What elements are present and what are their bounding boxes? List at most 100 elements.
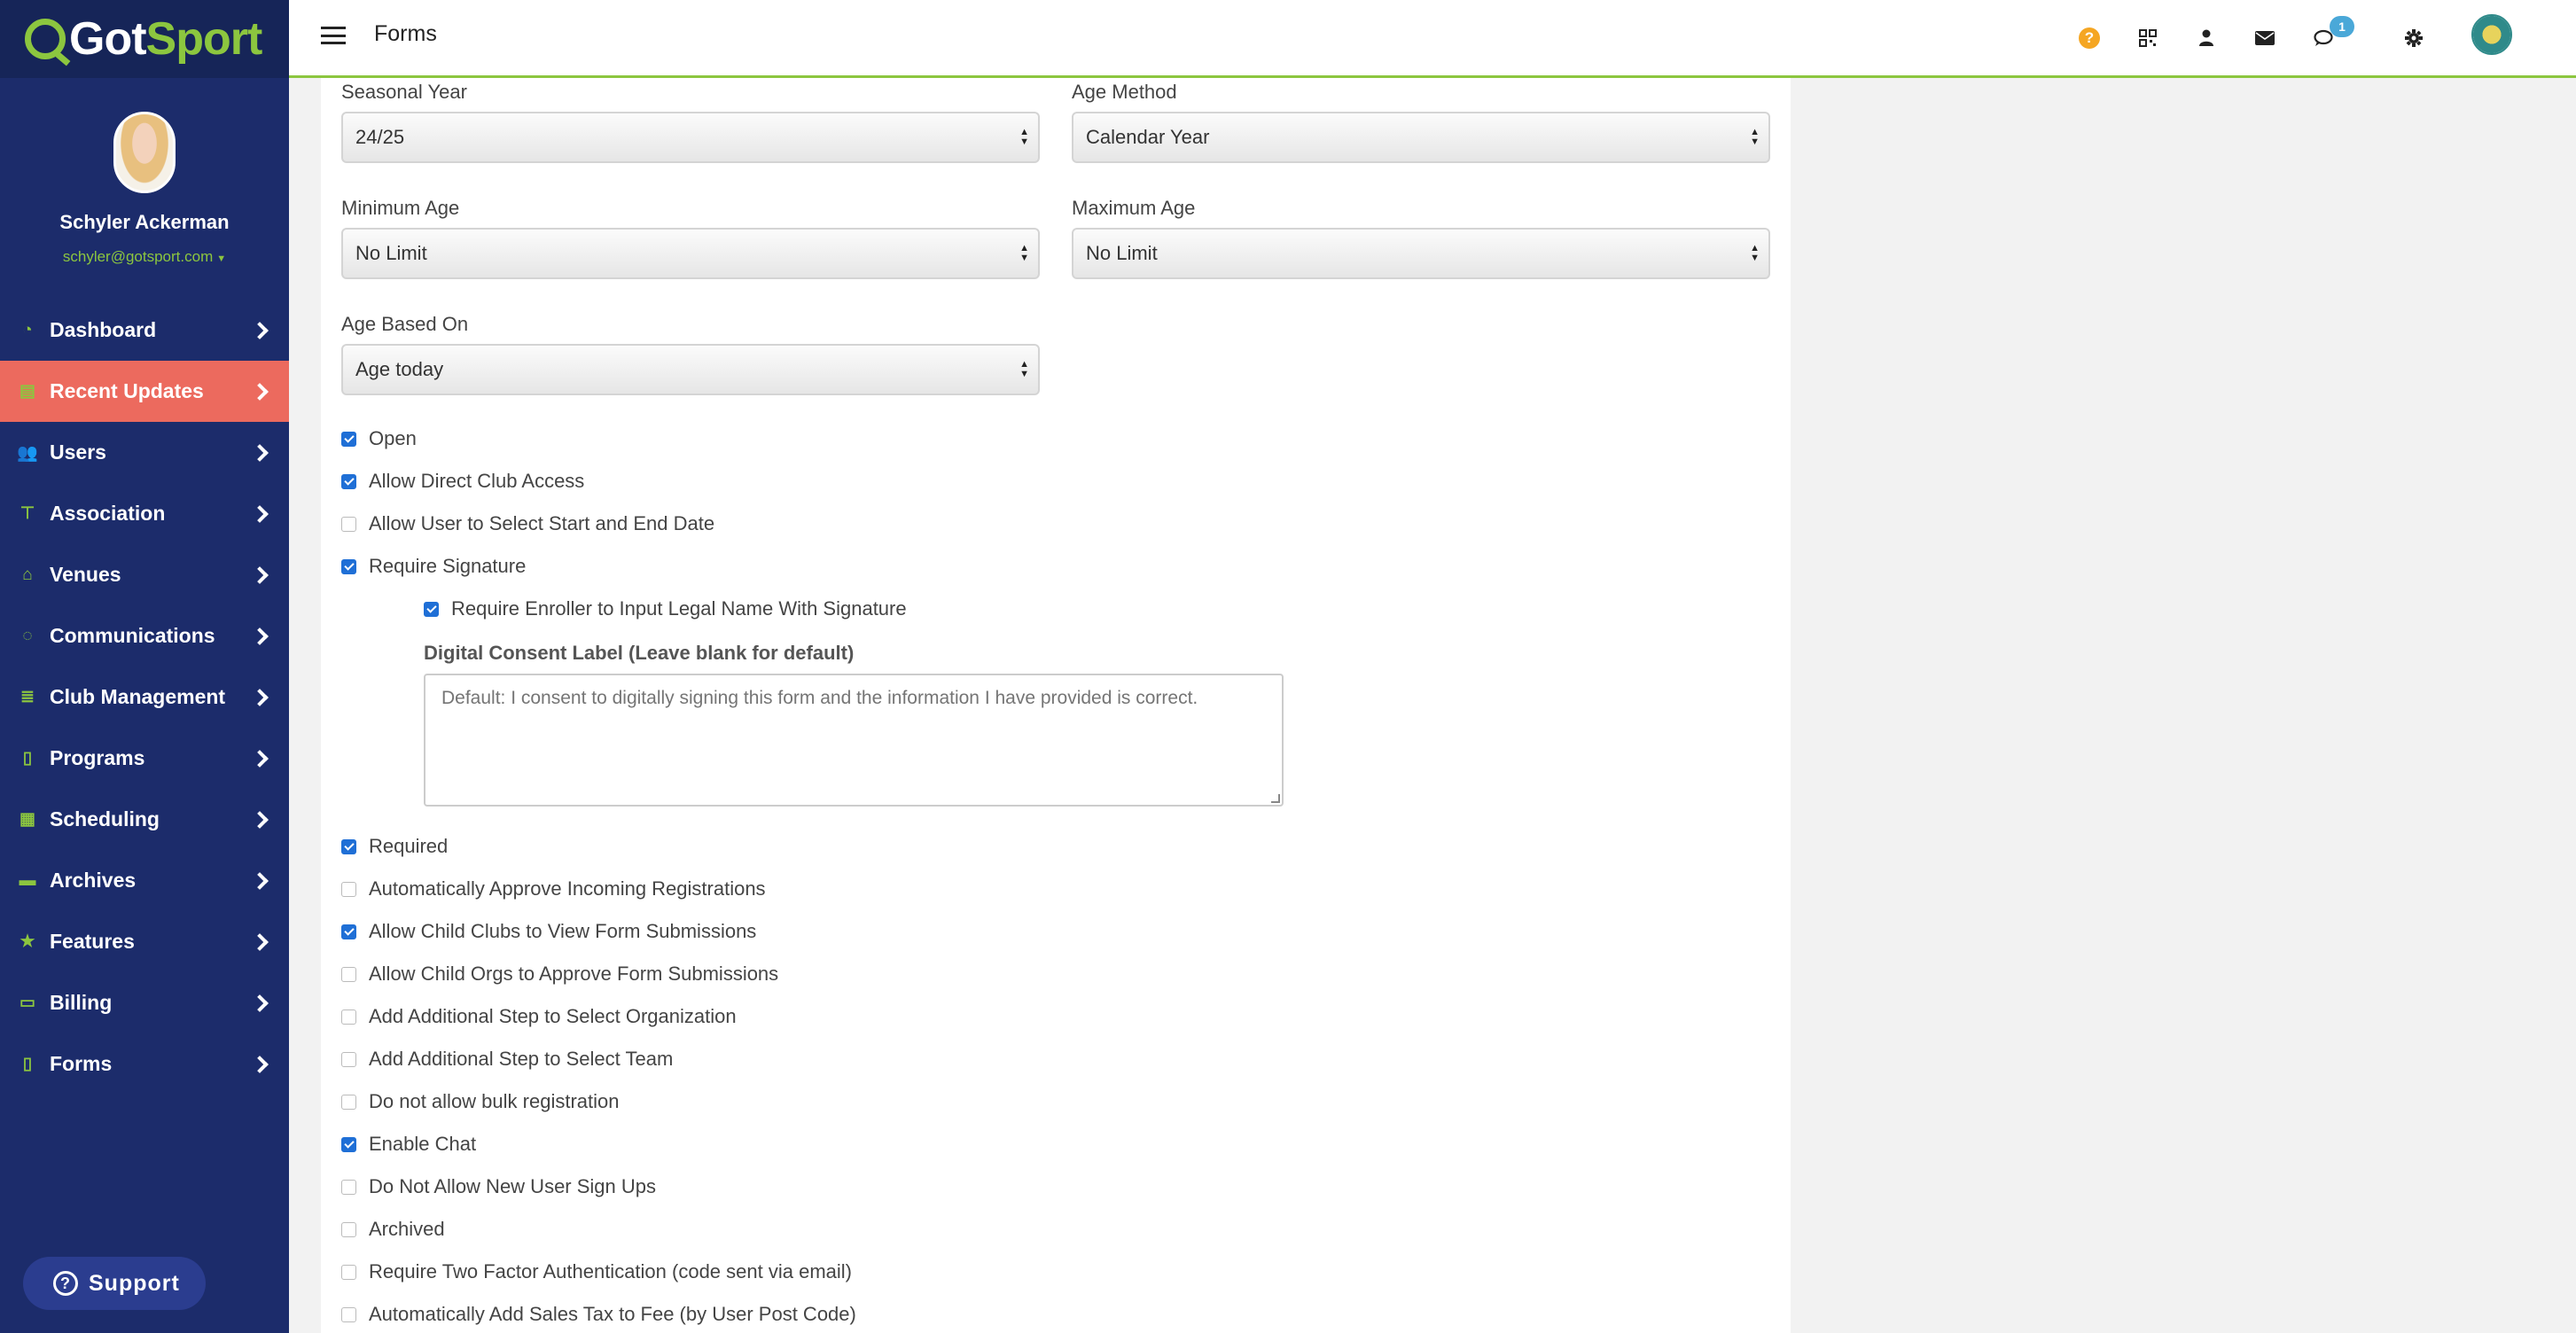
select-arrows-icon: ▲ ▼	[1019, 127, 1029, 147]
enable-chat-checkbox[interactable]	[341, 1136, 356, 1152]
automatically-approve-incoming-registrations-checkbox-row[interactable]: Automatically Approve Incoming Registrat…	[341, 877, 766, 900]
sidebar-item-billing[interactable]: ▭ Billing	[0, 972, 289, 1033]
maximum-age-select[interactable]: No Limit ▲ ▼	[1072, 228, 1770, 279]
add-additional-step-to-select-organization-checkbox[interactable]	[341, 1009, 356, 1025]
allow-direct-club-access-label: Allow Direct Club Access	[369, 470, 585, 492]
add-additional-step-to-select-organization-checkbox-row[interactable]: Add Additional Step to Select Organizati…	[341, 1005, 737, 1028]
messages-button[interactable]: 1	[2310, 16, 2354, 51]
age-based-on-value: Age today	[355, 358, 444, 380]
required-checkbox[interactable]	[341, 838, 356, 854]
do-not-allow-new-user-sign-ups-checkbox-row[interactable]: Do Not Allow New User Sign Ups	[341, 1175, 656, 1198]
sidebar-nav: ◔ Dashboard ▤ Recent Updates 👥 Users ⊤ Associat…	[0, 300, 289, 1095]
digital-consent-textarea[interactable]	[424, 674, 1284, 807]
sidebar-item-recent-updates[interactable]: ▤ Recent Updates	[0, 361, 289, 422]
do-not-allow-bulk-registration-checkbox[interactable]	[341, 1094, 356, 1110]
require-two-factor-authentication-code-sent-via-email-label: Require Two Factor Authentication (code …	[369, 1260, 852, 1282]
sidebar-item-label: Archives	[50, 869, 137, 892]
features-icon: ★	[20, 932, 35, 951]
sidebar-item-archives[interactable]: ▬ Archives	[0, 850, 289, 911]
add-additional-step-to-select-team-checkbox[interactable]	[341, 1051, 356, 1067]
users-icon: 👥	[17, 443, 38, 463]
do-not-allow-new-user-sign-ups-checkbox[interactable]	[341, 1179, 356, 1195]
form-settings-panel: Seasonal Year 24/25 ▲ ▼ Age Method Calend…	[321, 78, 1791, 1333]
question-circle-icon: ?	[53, 1271, 78, 1296]
automatically-approve-incoming-registrations-checkbox[interactable]	[341, 881, 356, 897]
sidebar-item-features[interactable]: ★ Features	[0, 911, 289, 972]
select-arrows-icon: ▲ ▼	[1019, 359, 1029, 379]
sidebar-item-association[interactable]: ⊤ Association	[0, 483, 289, 544]
help-icon: ?	[2079, 27, 2100, 49]
allow-child-orgs-to-approve-form-submissions-checkbox[interactable]	[341, 966, 356, 982]
chevron-right-icon	[251, 504, 269, 523]
profile-email-dropdown[interactable]: schyler@gotsport.com ▼	[0, 248, 289, 266]
gear-icon[interactable]	[2400, 25, 2427, 51]
sidebar-item-communications[interactable]: ◌ Communications	[0, 605, 289, 666]
required-checkbox-row[interactable]: Required	[341, 835, 448, 858]
sidebar-item-club-management[interactable]: ≣ Club Management	[0, 666, 289, 728]
sidebar-item-users[interactable]: 👥 Users	[0, 422, 289, 483]
support-label: Support	[89, 1270, 180, 1296]
avatar[interactable]	[113, 112, 176, 193]
archived-checkbox-row[interactable]: Archived	[341, 1218, 445, 1241]
archives-icon: ▬	[19, 870, 36, 890]
sidebar: GotSport Schyler Ackerman schyler@gotspo…	[0, 0, 289, 1333]
allow-child-orgs-to-approve-form-submissions-checkbox-row[interactable]: Allow Child Orgs to Approve Form Submiss…	[341, 963, 778, 986]
age-method-select[interactable]: Calendar Year ▲ ▼	[1072, 112, 1770, 163]
sidebar-item-label: Communications	[50, 624, 215, 647]
allow-child-clubs-to-view-form-submissions-checkbox-row[interactable]: Allow Child Clubs to View Form Submissio…	[341, 920, 756, 943]
seasonal-year-select[interactable]: 24/25 ▲ ▼	[341, 112, 1040, 163]
automatically-add-sales-tax-to-fee-by-user-post-code-checkbox-row[interactable]: Automatically Add Sales Tax to Fee (by U…	[341, 1303, 856, 1326]
sidebar-item-scheduling[interactable]: ▦ Scheduling	[0, 789, 289, 850]
do-not-allow-new-user-sign-ups-label: Do Not Allow New User Sign Ups	[369, 1175, 657, 1197]
sidebar-item-forms[interactable]: ▯ Forms	[0, 1033, 289, 1095]
open-checkbox-row[interactable]: Open	[341, 427, 417, 450]
archived-checkbox[interactable]	[341, 1221, 356, 1237]
require-legal-name-label: Require Enroller to Input Legal Name Wit…	[451, 597, 907, 620]
do-not-allow-bulk-registration-checkbox-row[interactable]: Do not allow bulk registration	[341, 1090, 619, 1113]
venues-icon: ⌂	[22, 565, 33, 584]
gotsport-logo[interactable]: GotSport	[25, 12, 262, 66]
require-legal-name-checkbox-row[interactable]: Require Enroller to Input Legal Name Wit…	[424, 597, 907, 620]
allow-direct-club-access-checkbox-row[interactable]: Allow Direct Club Access	[341, 470, 584, 493]
age-based-on-label: Age Based On	[341, 313, 469, 335]
maximum-age-label: Maximum Age	[1072, 197, 1196, 219]
allow-user-to-select-start-and-end-date-label: Allow User to Select Start and End Date	[369, 512, 715, 534]
chevron-right-icon	[251, 749, 269, 768]
allow-direct-club-access-checkbox[interactable]	[341, 473, 356, 489]
require-two-factor-authentication-code-sent-via-email-checkbox[interactable]	[341, 1264, 356, 1280]
sidebar-item-dashboard[interactable]: ◔ Dashboard	[0, 300, 289, 361]
maximum-age-value: No Limit	[1086, 242, 1158, 264]
allow-user-to-select-start-and-end-date-checkbox[interactable]	[341, 516, 356, 532]
require-signature-checkbox-row[interactable]: Require Signature	[341, 555, 526, 578]
chevron-right-icon	[251, 443, 269, 462]
age-based-on-select[interactable]: Age today ▲ ▼	[341, 344, 1040, 395]
sidebar-item-label: Dashboard	[50, 318, 157, 341]
require-legal-name-checkbox[interactable]	[424, 601, 439, 617]
minimum-age-select[interactable]: No Limit ▲ ▼	[341, 228, 1040, 279]
add-additional-step-to-select-team-checkbox-row[interactable]: Add Additional Step to Select Team	[341, 1048, 673, 1071]
open-checkbox[interactable]	[341, 431, 356, 447]
support-button[interactable]: ? Support	[23, 1257, 206, 1310]
require-two-factor-authentication-code-sent-via-email-checkbox-row[interactable]: Require Two Factor Authentication (code …	[341, 1260, 852, 1283]
organization-avatar[interactable]	[2471, 14, 2512, 55]
logo-bar: GotSport	[0, 0, 289, 78]
automatically-add-sales-tax-to-fee-by-user-post-code-checkbox[interactable]	[341, 1306, 356, 1322]
require-signature-checkbox[interactable]	[341, 558, 356, 574]
chevron-right-icon	[251, 382, 269, 401]
allow-user-to-select-start-and-end-date-checkbox-row[interactable]: Allow User to Select Start and End Date	[341, 512, 714, 535]
resize-grip-icon[interactable]	[1271, 794, 1280, 803]
help-button[interactable]: ?	[2076, 25, 2103, 51]
select-arrows-icon: ▲ ▼	[1019, 243, 1029, 263]
qr-code-icon[interactable]	[2135, 25, 2161, 51]
hamburger-menu-icon[interactable]	[321, 27, 346, 44]
sidebar-item-programs[interactable]: ▯ Programs	[0, 728, 289, 789]
select-arrows-icon: ▲ ▼	[1750, 243, 1760, 263]
seasonal-year-label: Seasonal Year	[341, 81, 467, 103]
programs-icon: ▯	[22, 749, 33, 768]
enable-chat-checkbox-row[interactable]: Enable Chat	[341, 1133, 476, 1156]
sidebar-item-label: Scheduling	[50, 807, 160, 830]
allow-child-clubs-to-view-form-submissions-checkbox[interactable]	[341, 924, 356, 939]
user-icon[interactable]	[2193, 25, 2220, 51]
sidebar-item-venues[interactable]: ⌂ Venues	[0, 544, 289, 605]
envelope-icon[interactable]	[2252, 25, 2278, 51]
